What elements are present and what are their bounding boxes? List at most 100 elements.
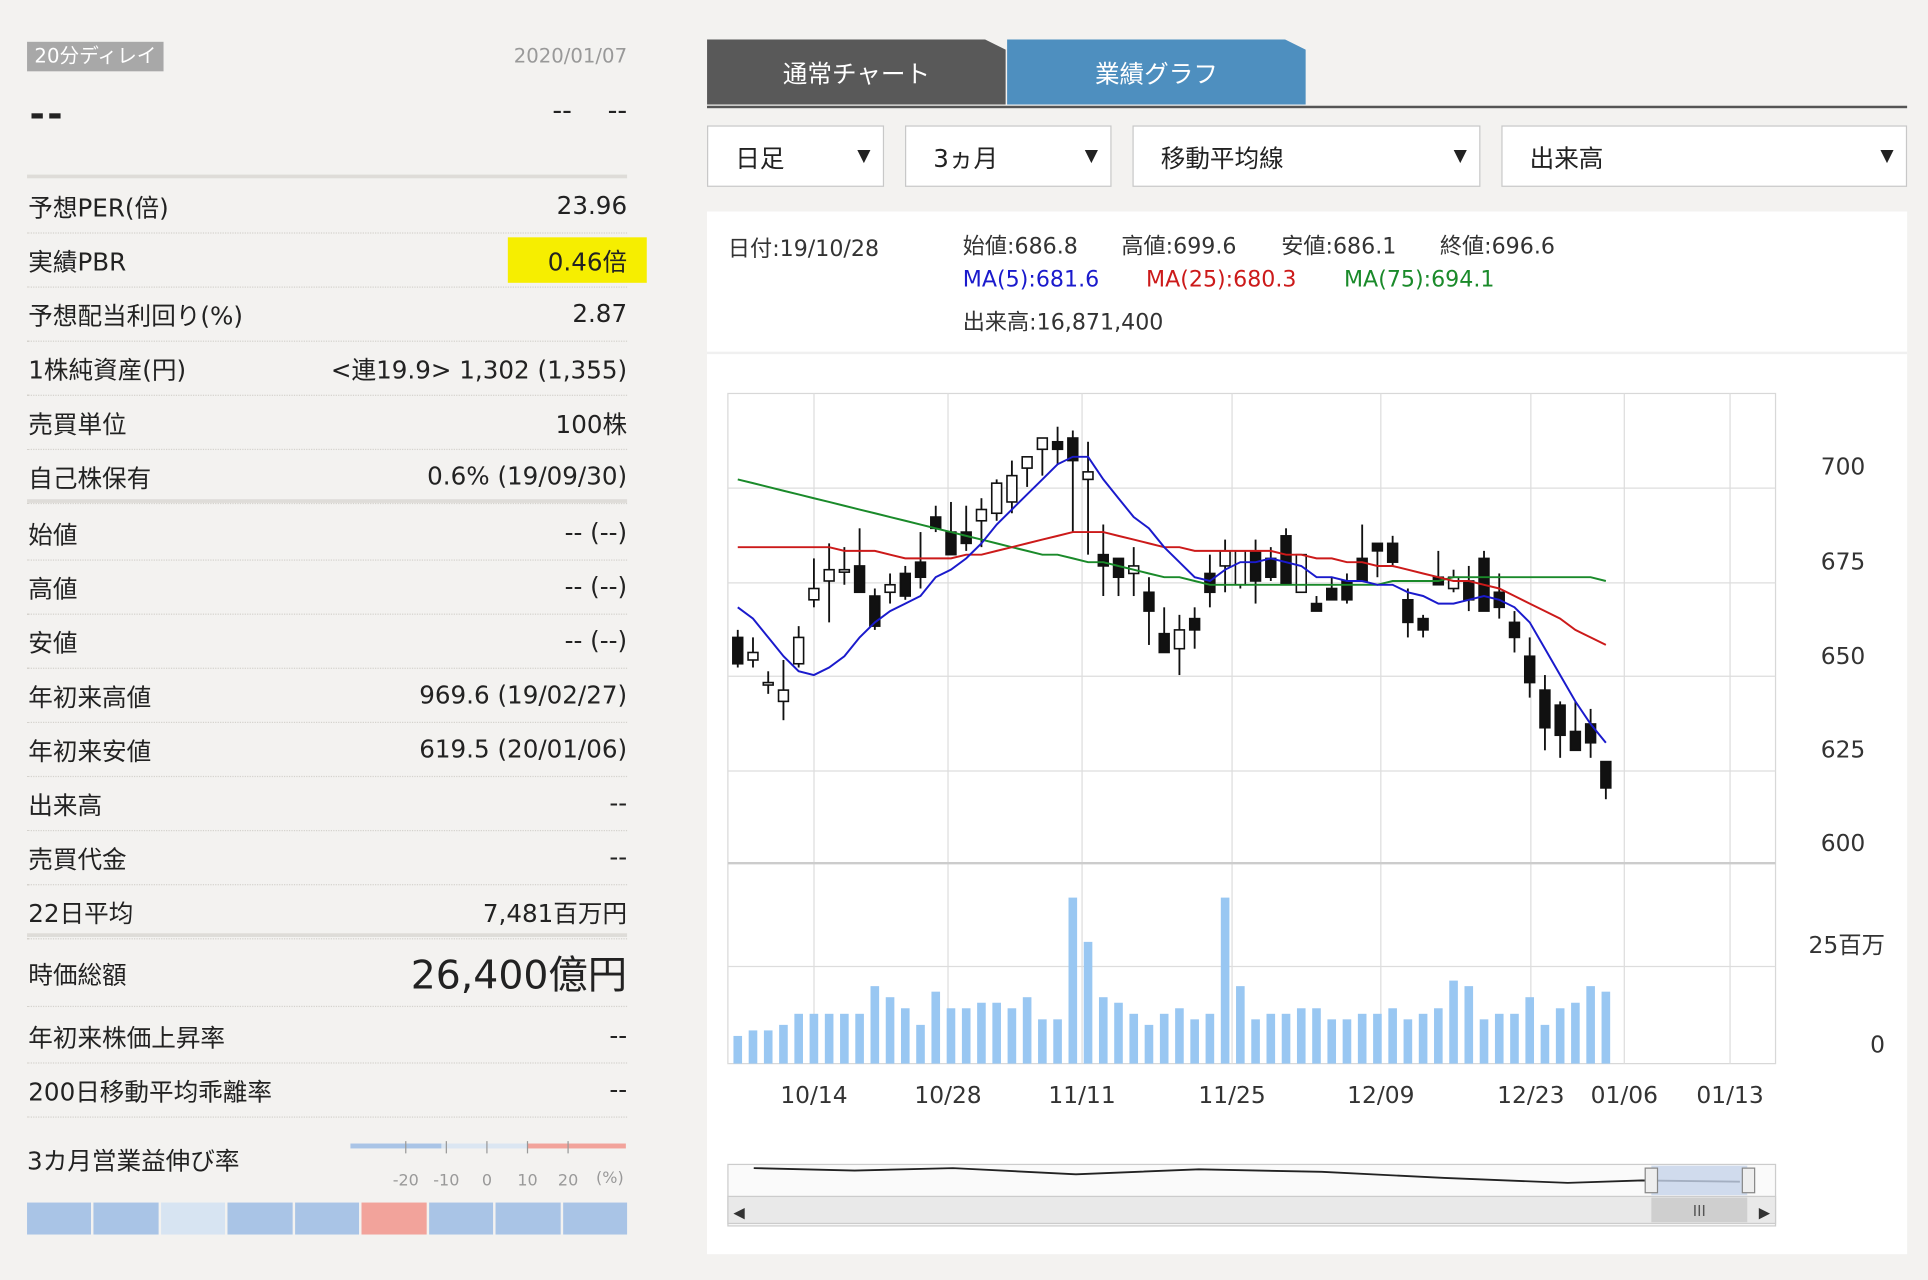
row-value: -- bbox=[609, 842, 628, 872]
candle-body bbox=[1234, 550, 1247, 586]
volume-bar bbox=[1205, 1013, 1215, 1064]
row-label: 時価総額 bbox=[28, 959, 127, 990]
lower-chart-select[interactable]: 出来高 ▼ bbox=[1501, 125, 1908, 187]
info-ma25: MA(25):680.3 bbox=[1145, 266, 1297, 293]
volume-bar bbox=[961, 1008, 971, 1064]
indicator-select[interactable]: 移動平均線 ▼ bbox=[1132, 125, 1481, 187]
price-tick-label: 675 bbox=[1821, 547, 1866, 575]
volume-bar bbox=[1342, 1019, 1352, 1064]
scroll-right-icon[interactable]: ▶ bbox=[1759, 1204, 1771, 1221]
info-row: 自己株保有 0.6% (19/09/30) bbox=[27, 449, 628, 505]
candle-body bbox=[1417, 617, 1429, 631]
row-value: -- bbox=[609, 788, 628, 818]
volume-tick-label: 0 bbox=[1870, 1031, 1885, 1059]
candle-body bbox=[808, 587, 820, 601]
info-row: 売買単位 100株 bbox=[27, 395, 627, 451]
info-low: 安値:686.1 bbox=[1281, 233, 1397, 260]
volume-bar bbox=[840, 1013, 849, 1064]
navigator-range bbox=[1651, 1165, 1748, 1196]
row-label: 200日移動平均乖離率 bbox=[28, 1076, 272, 1107]
chart-tabs: 通常チャート 業績グラフ bbox=[707, 39, 1908, 109]
volume-bar bbox=[946, 1008, 956, 1064]
gauge-tick: 10 bbox=[517, 1170, 537, 1189]
info-ma75: MA(75):694.1 bbox=[1343, 266, 1495, 293]
volume-bar bbox=[916, 1024, 925, 1064]
date-tick-label: 12/23 bbox=[1497, 1081, 1564, 1109]
volume-bar bbox=[824, 1013, 834, 1064]
volume-bar bbox=[1312, 1008, 1321, 1064]
volume-bar bbox=[870, 986, 880, 1064]
candle-body bbox=[945, 531, 957, 556]
tab-earnings-graph[interactable]: 業績グラフ bbox=[1007, 39, 1306, 105]
price-tick-label: 625 bbox=[1821, 735, 1866, 763]
date-tick-label: 11/25 bbox=[1198, 1081, 1265, 1109]
candle-body bbox=[1143, 591, 1155, 612]
candle-body bbox=[1371, 542, 1384, 552]
candle-body bbox=[975, 508, 988, 522]
row-label: 売買単位 bbox=[28, 408, 127, 439]
candle-body bbox=[853, 565, 866, 594]
candle-body bbox=[1539, 689, 1551, 729]
scroll-left-icon[interactable]: ◀ bbox=[733, 1204, 745, 1221]
period-select[interactable]: 日足 ▼ bbox=[707, 125, 885, 187]
info-row: 出来高 -- bbox=[27, 776, 628, 832]
volume-bar bbox=[1586, 986, 1595, 1064]
volume-bar bbox=[733, 1035, 743, 1064]
navigator-handle-left[interactable] bbox=[1644, 1167, 1659, 1194]
price-tick-label: 700 bbox=[1821, 453, 1866, 481]
divider bbox=[27, 499, 628, 503]
candle-body bbox=[1402, 598, 1414, 624]
volume-bar bbox=[1296, 1008, 1306, 1064]
chevron-down-icon: ▼ bbox=[1084, 146, 1099, 166]
candle-body bbox=[1082, 471, 1094, 481]
chevron-down-icon: ▼ bbox=[1880, 146, 1894, 166]
volume-bar bbox=[1373, 1013, 1382, 1064]
info-row: 予想配当利回り(%) 2.87 bbox=[27, 286, 627, 342]
row-value: 0.6% (19/09/30) bbox=[427, 461, 628, 491]
range-select[interactable]: 3ヵ月 ▼ bbox=[904, 125, 1112, 187]
candle-body bbox=[1051, 440, 1064, 451]
row-label: 年初来高値 bbox=[28, 681, 152, 712]
info-row: 22日平均 7,481百万円 bbox=[27, 884, 627, 940]
tab-normal-chart[interactable]: 通常チャート bbox=[707, 39, 1006, 105]
price-tick-label: 600 bbox=[1821, 829, 1866, 857]
gauge-tick: -20 bbox=[393, 1170, 419, 1189]
row-value: <連19.9> 1,302 (1,355) bbox=[330, 354, 628, 385]
gauge-scale: -20 -10 0 10 20 (%) bbox=[350, 1141, 626, 1189]
volume-bar bbox=[992, 1002, 1001, 1064]
info-row: 年初来高値 969.6 (19/02/27) bbox=[27, 668, 627, 724]
candle-body bbox=[1463, 580, 1475, 601]
candle-body bbox=[1173, 629, 1186, 650]
growth-bar-segment bbox=[93, 1202, 159, 1235]
candle-body bbox=[777, 689, 790, 703]
price-change: -- -- bbox=[552, 95, 628, 127]
info-row: 安値 -- (--) bbox=[27, 614, 627, 669]
row-label: 年初来株価上昇率 bbox=[28, 1022, 226, 1052]
growth-bar-segment bbox=[227, 1202, 293, 1235]
info-row: 1株純資産(円) <連19.9> 1,302 (1,355) bbox=[27, 341, 627, 396]
chevron-down-icon: ▼ bbox=[1453, 146, 1467, 166]
volume-bar bbox=[1555, 1008, 1565, 1064]
volume-bar bbox=[1281, 1013, 1291, 1064]
volume-bar bbox=[900, 1008, 910, 1064]
date-tick-label: 10/14 bbox=[780, 1081, 847, 1109]
info-row: 年初来安値 619.5 (20/01/06) bbox=[27, 722, 627, 778]
info-row: 年初来株価上昇率 -- bbox=[27, 1008, 627, 1064]
navigator-handle-right[interactable] bbox=[1741, 1167, 1756, 1194]
date-tick-label: 12/09 bbox=[1347, 1081, 1414, 1109]
candle-body bbox=[884, 583, 896, 594]
date-tick-label: 01/06 bbox=[1591, 1081, 1658, 1109]
candle-body bbox=[747, 651, 759, 661]
candle-body bbox=[914, 561, 927, 579]
volume-bar bbox=[1327, 1019, 1337, 1064]
growth-bar-segment bbox=[160, 1202, 226, 1235]
plot-frame bbox=[727, 392, 1777, 1065]
volume-bar bbox=[1434, 1008, 1443, 1064]
candle-body bbox=[1158, 632, 1170, 654]
growth-bar-segment bbox=[361, 1202, 427, 1235]
candle-body bbox=[1386, 542, 1399, 563]
stock-chart: 700 675 650 625 600 25百万 0 10/14 10/28 11/11 11/25… bbox=[727, 392, 1885, 1227]
current-price: -- bbox=[29, 93, 66, 137]
volume-bar bbox=[855, 1013, 864, 1064]
row-label: 予想PER(倍) bbox=[28, 192, 169, 222]
